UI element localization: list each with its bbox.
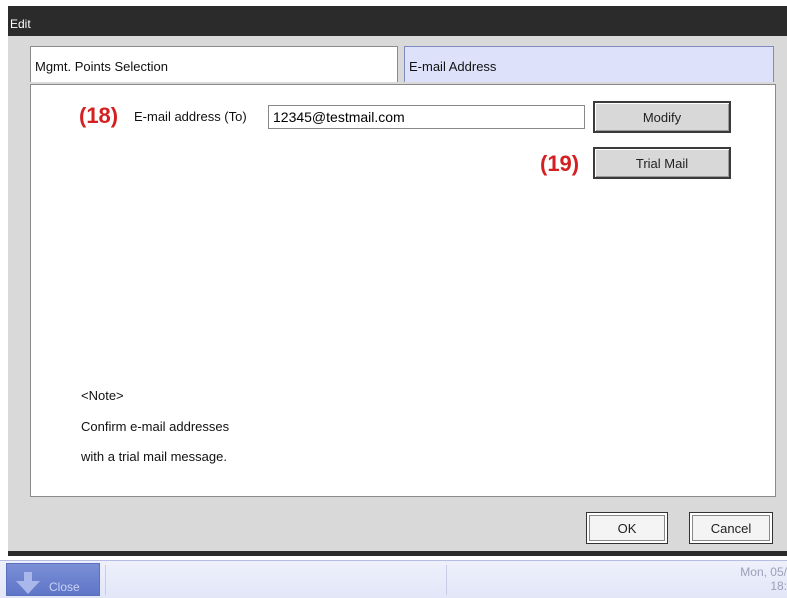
window-title: Edit (8, 14, 787, 34)
note-heading: <Note> (81, 388, 124, 403)
tab-mgmt-points-selection[interactable]: Mgmt. Points Selection (30, 46, 398, 82)
taskbar-close-button[interactable]: Close (6, 563, 100, 596)
email-address-panel: (18) E-mail address (To) Modify (19) Tri… (30, 84, 776, 497)
taskbar-close-label: Close (49, 580, 80, 594)
dialog-button-bar: OK Cancel (8, 498, 787, 551)
tab-email-address[interactable]: E-mail Address (404, 46, 774, 82)
taskbar-clock: Mon, 05/ 18: (740, 565, 787, 593)
window-body: Mgmt. Points Selection E-mail Address (1… (8, 36, 787, 551)
cancel-button[interactable]: Cancel (689, 512, 773, 544)
edit-window: Edit Mgmt. Points Selection E-mail Addre… (8, 6, 787, 556)
note-line-2: with a trial mail message. (81, 449, 227, 464)
taskbar-time: 18: (770, 579, 787, 593)
taskbar: Close Mon, 05/ 18: (0, 560, 787, 598)
annotation-marker-19: (19) (540, 151, 580, 176)
trial-mail-button[interactable]: Trial Mail (593, 147, 731, 179)
annotation-marker-18: (18) (79, 103, 119, 128)
taskbar-divider (105, 565, 106, 595)
email-address-label: E-mail address (To) (134, 109, 247, 124)
taskbar-date: Mon, 05/ (740, 565, 787, 579)
taskbar-divider (446, 565, 447, 595)
email-address-input[interactable] (268, 105, 585, 129)
note-line-1: Confirm e-mail addresses (81, 419, 230, 434)
modify-button[interactable]: Modify (593, 101, 731, 133)
ok-button[interactable]: OK (586, 512, 668, 544)
arrow-down-icon (15, 572, 41, 597)
